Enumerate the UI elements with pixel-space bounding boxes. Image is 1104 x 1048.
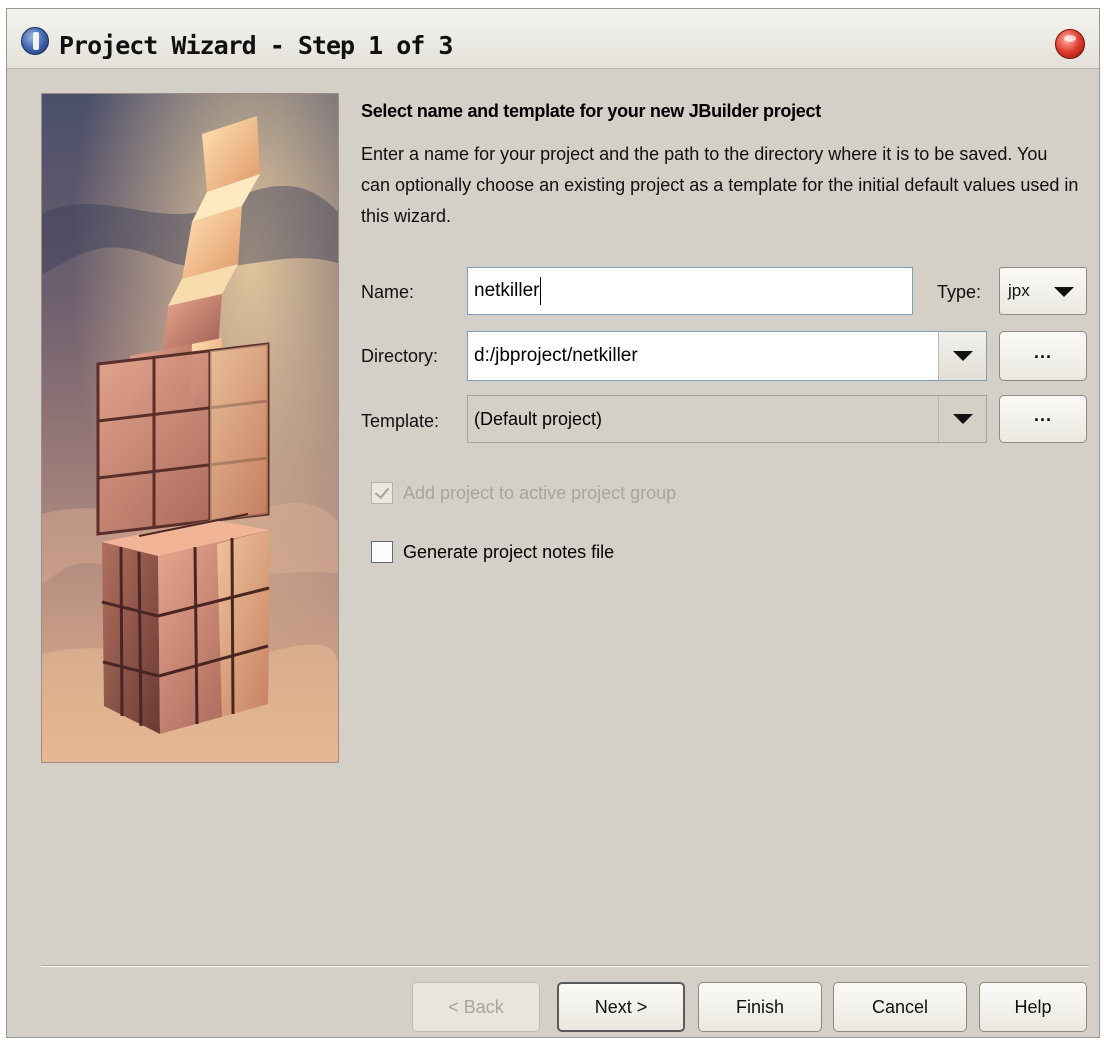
- finish-button[interactable]: Finish: [698, 982, 822, 1032]
- wizard-heading: Select name and template for your new JB…: [361, 101, 821, 121]
- chevron-down-icon: [1054, 287, 1074, 297]
- template-browse-button[interactable]: ...: [999, 395, 1087, 443]
- help-button[interactable]: Help: [979, 982, 1087, 1032]
- template-value: (Default project): [474, 408, 603, 429]
- type-label: Type:: [937, 282, 982, 302]
- ellipsis-icon: ...: [1033, 342, 1052, 362]
- title-bar[interactable]: Project Wizard - Step 1 of 3: [7, 9, 1099, 69]
- close-icon[interactable]: [1055, 29, 1085, 59]
- wizard-cubes-illustration: [41, 93, 339, 763]
- add-to-group-label: Add project to active project group: [403, 483, 677, 503]
- add-to-group-checkbox[interactable]: [371, 482, 393, 504]
- name-input-value: netkiller: [474, 280, 540, 301]
- ellipsis-icon: ...: [1033, 405, 1052, 425]
- project-wizard-dialog: Project Wizard - Step 1 of 3 Select name…: [6, 8, 1100, 1038]
- type-select[interactable]: jpx: [999, 267, 1087, 315]
- help-button-label: Help: [1014, 996, 1052, 1017]
- back-button-label: < Back: [448, 996, 504, 1017]
- type-select-value: jpx: [1008, 281, 1030, 300]
- template-label: Template:: [361, 411, 440, 431]
- chevron-down-icon: [952, 351, 973, 361]
- button-separator: [41, 965, 1089, 967]
- name-label: Name:: [361, 282, 415, 302]
- directory-dropdown-button[interactable]: [938, 332, 986, 380]
- directory-label: Directory:: [361, 346, 439, 366]
- generate-notes-label: Generate project notes file: [403, 542, 615, 562]
- template-dropdown-button[interactable]: [938, 396, 986, 442]
- directory-value: d:/jbproject/netkiller: [474, 345, 638, 366]
- directory-combo[interactable]: d:/jbproject/netkiller: [467, 331, 987, 381]
- window-title: Project Wizard - Step 1 of 3: [59, 31, 453, 60]
- chevron-down-icon: [952, 414, 973, 424]
- text-caret: [540, 277, 542, 305]
- next-button-label: Next >: [594, 996, 648, 1017]
- wizard-description: Enter a name for your project and the pa…: [361, 144, 1079, 226]
- checkmark-icon: [374, 483, 390, 500]
- name-input[interactable]: netkiller: [467, 267, 913, 315]
- generate-notes-checkbox[interactable]: [371, 541, 393, 563]
- back-button[interactable]: < Back: [412, 982, 540, 1032]
- cancel-button-label: Cancel: [871, 996, 929, 1017]
- next-button[interactable]: Next >: [557, 982, 685, 1032]
- finish-button-label: Finish: [735, 996, 784, 1017]
- directory-browse-button[interactable]: ...: [999, 331, 1087, 381]
- jbuilder-icon: [21, 27, 49, 55]
- cancel-button[interactable]: Cancel: [833, 982, 967, 1032]
- template-combo[interactable]: (Default project): [467, 395, 987, 443]
